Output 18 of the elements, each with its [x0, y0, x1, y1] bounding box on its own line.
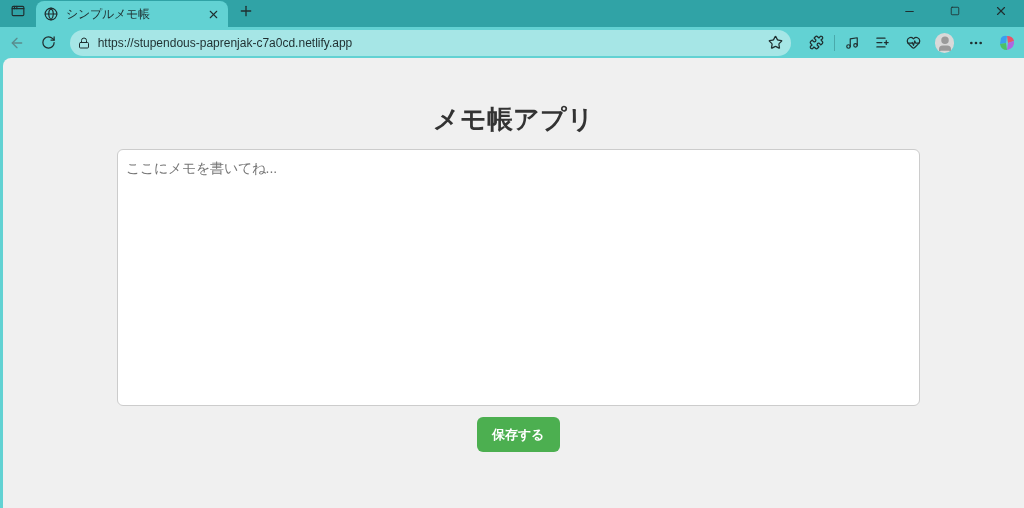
list-plus-icon[interactable] — [875, 35, 891, 50]
lock-icon — [77, 36, 90, 49]
close-icon[interactable] — [994, 4, 1008, 18]
music-note-icon[interactable] — [845, 35, 860, 50]
window-icon[interactable] — [11, 4, 25, 18]
favorite-star-icon[interactable] — [767, 35, 783, 50]
browser-tab[interactable]: シンプルメモ帳 — [36, 1, 228, 27]
maximize-icon[interactable] — [950, 6, 960, 16]
reload-icon[interactable] — [40, 35, 56, 50]
plus-icon[interactable] — [238, 3, 254, 19]
memo-textarea[interactable]: ここにメモを書いてね... — [116, 149, 920, 406]
globe-icon — [44, 7, 58, 21]
address-bar[interactable]: https://stupendous-paprenjak-c7a0cd.netlify.app — [69, 29, 791, 56]
page-heading: メモ帳アプリ — [433, 103, 594, 136]
tab-title: シンプルメモ帳 — [66, 6, 151, 23]
heart-pulse-icon[interactable] — [906, 35, 922, 50]
url-text: https://stupendous-paprenjak-c7a0cd.netlify.app — [97, 34, 354, 52]
puzzle-icon[interactable] — [808, 35, 824, 50]
